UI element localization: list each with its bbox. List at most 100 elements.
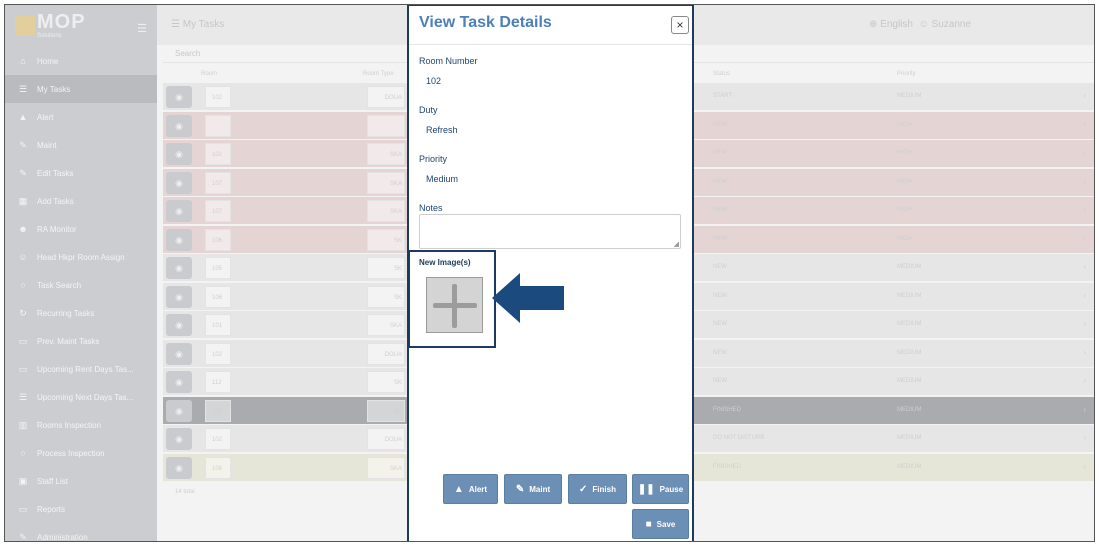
column-header-room-type[interactable]: Room Type — [363, 71, 394, 77]
eye-icon[interactable]: ◉ — [166, 171, 192, 194]
room-cell: 102 — [205, 86, 231, 108]
room-cell: 102 — [205, 342, 231, 365]
room-type-cell: SK — [367, 228, 405, 251]
callout-arrow-icon — [492, 273, 564, 323]
eye-icon[interactable]: ◉ — [166, 257, 192, 279]
notes-textarea[interactable]: ◢ — [419, 214, 681, 249]
search-icon: ○ — [20, 280, 26, 290]
table-total: 14 total — [175, 489, 195, 495]
close-button[interactable]: × — [671, 16, 689, 34]
add-image-button[interactable] — [426, 277, 483, 333]
chevron-right-icon[interactable]: › — [1083, 433, 1086, 442]
chevron-right-icon[interactable]: › — [1083, 177, 1086, 186]
sidebar-item-label: Add Tasks — [37, 196, 74, 206]
wrench-icon: ✎ — [19, 139, 27, 150]
sidebar-item-ra-monitor[interactable]: ☻ RA Monitor — [5, 215, 157, 243]
sidebar-item-label: Prev. Maint Tasks — [37, 336, 100, 346]
alert-button[interactable]: ▲ Alert — [443, 474, 498, 504]
sidebar-item-upcoming-next-days-tas[interactable]: ☰ Upcoming Next Days Tas... — [5, 383, 157, 411]
eye-icon[interactable]: ◉ — [166, 114, 192, 137]
sidebar-item-staff-list[interactable]: ▣ Staff List — [5, 467, 157, 495]
logo-mark — [15, 16, 35, 36]
list-icon: ☰ — [18, 391, 28, 402]
priority-cell: HIGH — [897, 178, 912, 185]
status-cell: FINISHED — [713, 463, 742, 470]
priority-cell: MEDIUM — [897, 93, 922, 99]
save-button[interactable]: ■ Save — [632, 509, 689, 539]
sidebar-item-process-inspection[interactable]: ○ Process Inspection — [5, 439, 157, 467]
room-cell: 107 — [205, 171, 231, 194]
room-type-cell: SKA — [367, 456, 405, 479]
sidebar-item-home[interactable]: ⌂ Home — [5, 47, 157, 75]
finish-button[interactable]: ✓ Finish — [568, 474, 627, 504]
room-type-cell: SKA — [367, 314, 405, 336]
sidebar-item-prev-maint-tasks[interactable]: ▭ Prev. Maint Tasks — [5, 327, 157, 355]
sidebar-item-alert[interactable]: ▲ Alert — [5, 103, 157, 131]
eye-icon[interactable]: ◉ — [166, 428, 192, 450]
chevron-right-icon[interactable]: › — [1083, 262, 1086, 271]
person-icon: ☺ — [18, 252, 28, 262]
priority-cell: HIGH — [897, 150, 912, 156]
duty-label: Duty — [419, 105, 438, 115]
modal-divider — [409, 44, 692, 45]
eye-icon[interactable]: ◉ — [166, 456, 192, 479]
save-icon: ■ — [645, 518, 652, 530]
chevron-right-icon[interactable]: › — [1083, 319, 1086, 328]
logo-subtext: Solutions — [37, 33, 62, 39]
menu-toggle-icon[interactable]: ☰ — [137, 22, 147, 35]
sidebar-item-reports[interactable]: ▭ Reports — [5, 495, 157, 523]
sidebar-item-my-tasks[interactable]: ☰ My Tasks — [5, 75, 157, 103]
eye-icon[interactable]: ◉ — [166, 86, 192, 108]
warning-icon: ▲ — [18, 112, 28, 122]
language-selector[interactable]: ⊕ English ☺ Suzanne — [869, 19, 971, 30]
sidebar-item-label: Reports — [37, 504, 66, 514]
search-icon: ○ — [20, 448, 26, 458]
duty-value: Refresh — [426, 125, 458, 135]
chevron-right-icon[interactable]: › — [1083, 405, 1086, 414]
priority-cell: MEDIUM — [897, 406, 922, 413]
sidebar-item-upcoming-rent-days-tas[interactable]: ▭ Upcoming Rent Days Tas... — [5, 355, 157, 383]
room-cell: 100 — [205, 399, 231, 422]
sidebar-item-label: Rooms Inspection — [37, 420, 102, 430]
pause-button[interactable]: ❚❚ Pause — [632, 474, 689, 504]
chevron-right-icon[interactable]: › — [1083, 348, 1086, 357]
sidebar-item-task-search[interactable]: ○ Task Search — [5, 271, 157, 299]
sidebar-item-edit-tasks[interactable]: ✎ Edit Tasks — [5, 159, 157, 187]
chevron-right-icon[interactable]: › — [1083, 376, 1086, 385]
column-header-room[interactable]: Room — [201, 71, 217, 77]
chevron-right-icon[interactable]: › — [1083, 148, 1086, 157]
eye-icon[interactable]: ◉ — [166, 285, 192, 308]
eye-icon[interactable]: ◉ — [166, 314, 192, 336]
sidebar-item-head-hkpr-room-assign[interactable]: ☺ Head Hkpr Room Assign — [5, 243, 157, 271]
maint-button[interactable]: ✎ Maint — [504, 474, 562, 504]
eye-icon[interactable]: ◉ — [166, 399, 192, 422]
sidebar-item-administration[interactable]: ✎ Administration — [5, 523, 157, 542]
priority-cell: HIGH — [897, 235, 912, 242]
eye-icon[interactable]: ◉ — [166, 228, 192, 251]
chevron-right-icon[interactable]: › — [1083, 234, 1086, 243]
chevron-right-icon[interactable]: › — [1083, 91, 1086, 100]
eye-icon[interactable]: ◉ — [166, 200, 192, 222]
column-header-status[interactable]: Status — [713, 71, 730, 77]
room-type-cell: SKA — [367, 171, 405, 194]
resize-handle-icon[interactable]: ◢ — [674, 240, 679, 248]
sidebar-item-maint[interactable]: ✎ Maint — [5, 131, 157, 159]
list-icon: ☰ — [18, 83, 28, 94]
eye-icon[interactable]: ◉ — [166, 143, 192, 165]
sidebar-item-rooms-inspection[interactable]: ▥ Rooms Inspection — [5, 411, 157, 439]
room-type-cell: SKA — [367, 143, 405, 165]
chevron-right-icon[interactable]: › — [1083, 291, 1086, 300]
room-type-cell: SKA — [367, 200, 405, 222]
priority-cell: MEDIUM — [897, 463, 922, 470]
sidebar-item-recurring-tasks[interactable]: ↻ Recurring Tasks — [5, 299, 157, 327]
sidebar-item-add-tasks[interactable]: ▦ Add Tasks — [5, 187, 157, 215]
chevron-right-icon[interactable]: › — [1083, 120, 1086, 129]
priority-cell: MEDIUM — [897, 292, 922, 299]
new-images-section: New Image(s) — [408, 250, 496, 348]
chevron-right-icon[interactable]: › — [1083, 205, 1086, 214]
eye-icon[interactable]: ◉ — [166, 371, 192, 393]
column-header-priority[interactable]: Priority — [897, 71, 916, 77]
eye-icon[interactable]: ◉ — [166, 342, 192, 365]
chevron-right-icon[interactable]: › — [1083, 462, 1086, 471]
user-name[interactable]: Suzanne — [932, 19, 971, 30]
